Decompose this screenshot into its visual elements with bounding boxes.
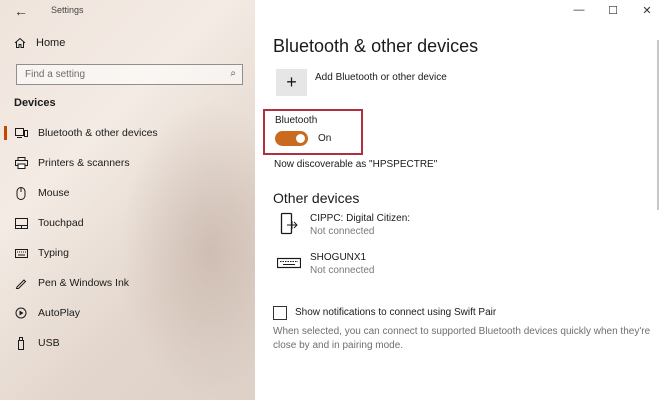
device-status: Not connected (310, 265, 375, 276)
sidebar-item-pen[interactable]: Pen & Windows Ink (0, 268, 255, 298)
bluetooth-toggle-state: On (318, 133, 332, 144)
search-input[interactable]: Find a setting ⌕ (16, 64, 243, 85)
nav-home-label: Home (36, 37, 66, 49)
sidebar: ← Settings Home Find a setting ⌕ Devices… (0, 0, 255, 400)
settings-window: ← Settings Home Find a setting ⌕ Devices… (0, 0, 663, 400)
device-name: SHOGUNX1 (310, 252, 367, 263)
search-placeholder: Find a setting (25, 69, 86, 80)
other-devices-heading: Other devices (273, 190, 360, 206)
toggle-knob (296, 134, 305, 143)
mouse-icon (14, 186, 28, 200)
sidebar-item-printers[interactable]: Printers & scanners (0, 148, 255, 178)
phone-device-icon (277, 212, 301, 236)
nav-list: Bluetooth & other devices Printers & sca… (0, 118, 255, 358)
nav-home[interactable]: Home (14, 37, 65, 49)
touchpad-icon (14, 216, 28, 230)
device-name: CIPPC: Digital Citizen: (310, 213, 411, 224)
bluetooth-label: Bluetooth (275, 115, 318, 126)
sidebar-item-label: USB (38, 337, 60, 349)
plus-icon: + (286, 72, 297, 92)
swift-pair-description: When selected, you can connect to suppor… (273, 326, 651, 351)
keyboard-device-icon (277, 251, 301, 275)
sidebar-item-label: Pen & Windows Ink (38, 277, 130, 289)
usb-icon (14, 336, 28, 350)
scrollbar[interactable] (657, 40, 659, 210)
discoverable-status: Now discoverable as "HPSPECTRE" (274, 159, 438, 170)
device-status: Not connected (310, 226, 375, 237)
bluetooth-toggle[interactable] (275, 131, 308, 146)
sidebar-item-bluetooth[interactable]: Bluetooth & other devices (0, 118, 255, 148)
search-icon: ⌕ (230, 68, 236, 79)
main-content: — ☐ ✕ Bluetooth & other devices + Add Bl… (255, 0, 663, 400)
sidebar-item-label: Mouse (38, 187, 70, 199)
titlebar: ← Settings (0, 0, 255, 26)
sidebar-item-label: AutoPlay (38, 307, 81, 319)
add-device-label[interactable]: Add Bluetooth or other device (315, 72, 447, 83)
pen-icon (14, 276, 28, 290)
bluetooth-devices-icon (14, 126, 28, 140)
sidebar-item-label: Typing (38, 247, 69, 259)
device-item[interactable]: SHOGUNX1 Not connected (277, 251, 375, 277)
minimize-button[interactable]: — (573, 4, 585, 17)
maximize-button[interactable]: ☐ (607, 4, 619, 17)
add-device-button[interactable]: + (276, 69, 307, 96)
autoplay-icon (14, 306, 28, 320)
close-button[interactable]: ✕ (641, 4, 653, 17)
window-controls: — ☐ ✕ (573, 4, 653, 17)
page-title: Bluetooth & other devices (273, 36, 479, 56)
home-icon (14, 37, 26, 48)
sidebar-item-touchpad[interactable]: Touchpad (0, 208, 255, 238)
keyboard-icon (14, 246, 28, 260)
sidebar-item-label: Bluetooth & other devices (38, 127, 158, 139)
back-arrow-icon[interactable]: ← (14, 3, 28, 19)
section-label-devices: Devices (14, 97, 56, 109)
swift-pair-checkbox[interactable] (273, 306, 287, 320)
app-title: Settings (51, 5, 84, 15)
printer-icon (14, 156, 28, 170)
sidebar-item-label: Printers & scanners (38, 157, 130, 169)
sidebar-item-autoplay[interactable]: AutoPlay (0, 298, 255, 328)
sidebar-item-typing[interactable]: Typing (0, 238, 255, 268)
swift-pair-label[interactable]: Show notifications to connect using Swif… (295, 307, 496, 318)
sidebar-item-label: Touchpad (38, 217, 84, 229)
device-item[interactable]: CIPPC: Digital Citizen: Not connected (277, 212, 410, 238)
sidebar-item-usb[interactable]: USB (0, 328, 255, 358)
sidebar-item-mouse[interactable]: Mouse (0, 178, 255, 208)
